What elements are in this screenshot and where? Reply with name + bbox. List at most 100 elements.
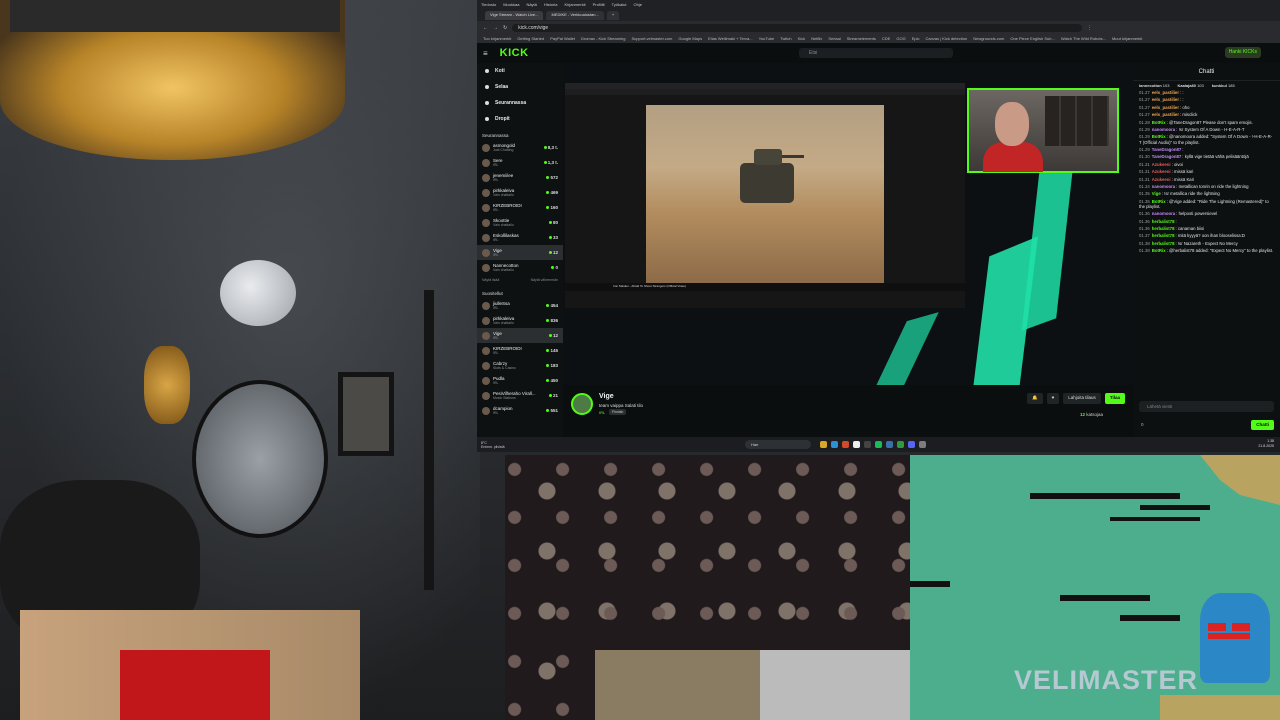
bookmark[interactable]: YouTube [759,36,775,41]
bookmark[interactable]: Elias Wellimaki + Terva... [708,36,752,41]
menu-edit[interactable]: Muokkaa [503,2,519,7]
chat-send-button[interactable]: Chatti [1251,420,1274,430]
menu-history[interactable]: Historia [544,2,558,7]
taskbar-clock[interactable]: 1.38 21.8.2025 [1258,439,1274,449]
message-user[interactable]: Azukeeni [1152,162,1171,167]
new-tab-button[interactable]: + [606,11,620,20]
sidebar-channel-skoottie[interactable]: Skoottie Vain chattailu 80 [477,215,563,230]
menu-view[interactable]: Näytä [526,2,536,7]
bookmark[interactable]: Streamelements [847,36,876,41]
reload-icon[interactable]: ↻ [503,25,507,31]
discord-icon[interactable] [908,441,915,448]
bookmark[interactable]: Google Maps [678,36,702,41]
sidebar-channel-kirzebroidi[interactable]: KIRZEBROIDI IRL 160 [477,200,563,215]
message-user[interactable]: eels_pastilier [1152,105,1179,110]
bookmark[interactable]: Newgrounds.com [973,36,1004,41]
search-input[interactable]: Etsi [799,48,953,58]
tab-kick[interactable]: Vige Stream - Watch Live... [485,11,544,20]
app-icon[interactable] [853,441,860,448]
weather-widget[interactable]: 8°C Enimm. pilvistä [481,441,541,449]
obs-icon[interactable] [864,441,871,448]
youtube-video[interactable] [646,105,884,283]
taskbar-search[interactable]: Hae [745,440,811,449]
menu-profiles[interactable]: Profiilit [593,2,605,7]
bookmark[interactable]: GOG [896,36,905,41]
bookmark[interactable]: Netflix [811,36,822,41]
menu-bookmarks[interactable]: Kirjanmerkit [564,2,585,7]
bookmark[interactable]: One Piece English Sub... [1010,36,1054,41]
stream-tag[interactable]: Finnish [609,409,627,415]
sidebar-channel-cabrzy[interactable]: Cabrzy Slots & Casino 183 [477,358,563,373]
tab-medike[interactable]: MEDIKE - Verkkoalustan... [546,11,604,20]
message-user[interactable]: nanomoora [1152,127,1175,132]
bookmark[interactable]: Canvas | Kick detection [925,36,967,41]
video-player[interactable]: Iron Maiden - Afraid To Shoot Strangers … [563,63,1133,385]
back-icon[interactable]: ← [483,25,488,31]
extensions-icon[interactable]: ⋮ [1087,25,1092,31]
gift-sub-button[interactable]: Lahjoita tilaus [1063,393,1101,404]
sidebar-channel-vige[interactable]: Vige IRL 12 [477,328,563,343]
bookmark[interactable]: Muut kirjanmerkit [1112,36,1142,41]
message-user[interactable]: eels_pastilier [1152,112,1179,117]
nav-home[interactable]: Koti [477,63,563,79]
subscribe-button[interactable]: Tilaa [1104,393,1125,404]
show-more-link[interactable]: Näytä lisää [482,278,499,282]
sidebar-channel-dcampion[interactable]: dcampion IRL 551 [477,403,563,418]
nav-following[interactable]: Seurannassa [477,95,563,111]
streamer-name[interactable]: Vige [599,393,614,400]
bookmark[interactable]: Watch The Wild Robots... [1061,36,1106,41]
notification-bell-button[interactable]: 🔔 [1027,393,1043,404]
file-explorer-icon[interactable] [820,441,827,448]
app-icon[interactable] [919,441,926,448]
sidebar-channel-jiullessa[interactable]: jiulleSsa IRL 454 [477,298,563,313]
message-user[interactable]: Vige [1152,191,1161,196]
message-user[interactable]: herbalist78 [1152,233,1175,238]
bookmark[interactable]: Getting Started [517,36,544,41]
bookmark[interactable]: Epic [912,36,920,41]
stream-category[interactable]: IRL [599,410,605,415]
message-user[interactable]: BotRix [1152,120,1166,125]
menu-help[interactable]: Ohje [634,2,642,7]
nav-browse[interactable]: Selaa [477,79,563,95]
sidebar-channel-pudla[interactable]: Pudla IRL 450 [477,373,563,388]
message-user[interactable]: eels_pastilier [1152,97,1179,102]
show-less-link[interactable]: Näytä vähemmän [531,278,558,282]
sidebar-channel-jenemiilee[interactable]: jenemiilee IRL 572 [477,170,563,185]
kick-logo[interactable]: KICK [500,47,529,59]
bookmark[interactable]: PayPal Wallet [550,36,575,41]
bookmark[interactable]: Support.velmaster.com [631,36,672,41]
message-user[interactable]: herbalist78 [1152,241,1175,246]
forward-icon[interactable]: → [493,25,498,31]
get-kicks-button[interactable]: Hanki KICKs [1224,47,1261,58]
bookmark[interactable]: Twitch [780,36,791,41]
message-user[interactable]: herbalist78 [1152,219,1175,224]
nav-drops[interactable]: Dropit [477,111,563,127]
browser-icon[interactable] [842,441,849,448]
sidebar-channel-pirkkaleiva[interactable]: pirkkaleiva Vain chattailu 469 [477,185,563,200]
streamer-avatar[interactable] [571,393,593,415]
sidebar-channel-pesivilheraho-virall-[interactable]: PesiVilheraho Virall... Music Stations 21 [477,388,563,403]
message-user[interactable]: nanomoora [1152,211,1175,216]
bookmark[interactable]: Dromax - Kick Streaming [581,36,625,41]
follow-heart-button[interactable]: ♥ [1046,393,1060,404]
bookmark[interactable]: CDE [882,36,890,41]
url-field[interactable]: kick.com/vige [512,23,1083,32]
message-user[interactable]: herbalist78 [1152,226,1175,231]
chat-points[interactable]: 0 [1141,422,1144,427]
spotify-icon[interactable] [875,441,882,448]
sidebar-channel-nannecotton[interactable]: Nannecotton Vain chattailu 0 [477,260,563,275]
hamburger-menu-icon[interactable]: ≡ [483,49,488,58]
bookmark[interactable]: Kick [798,36,806,41]
edge-icon[interactable] [831,441,838,448]
sidebar-channel-eskollilaskas[interactable]: Eskollilaskas IRL 33 [477,230,563,245]
message-user[interactable]: Azukeeni [1152,177,1171,182]
message-user[interactable]: nanomoora [1152,184,1175,189]
message-user[interactable]: eels_pastilier [1152,90,1179,95]
bookmark[interactable]: Seriaal [828,36,840,41]
message-user[interactable]: Azukeeni [1152,169,1171,174]
sidebar-channel-vige[interactable]: Vige IRL 12 [477,245,563,260]
message-user[interactable]: TaneDragon87 [1152,154,1182,159]
steam-icon[interactable] [886,441,893,448]
sidebar-channel-kirzebroidi[interactable]: KIRZEBROIDI IRL 145 [477,343,563,358]
message-user[interactable]: BotRix [1152,248,1166,253]
